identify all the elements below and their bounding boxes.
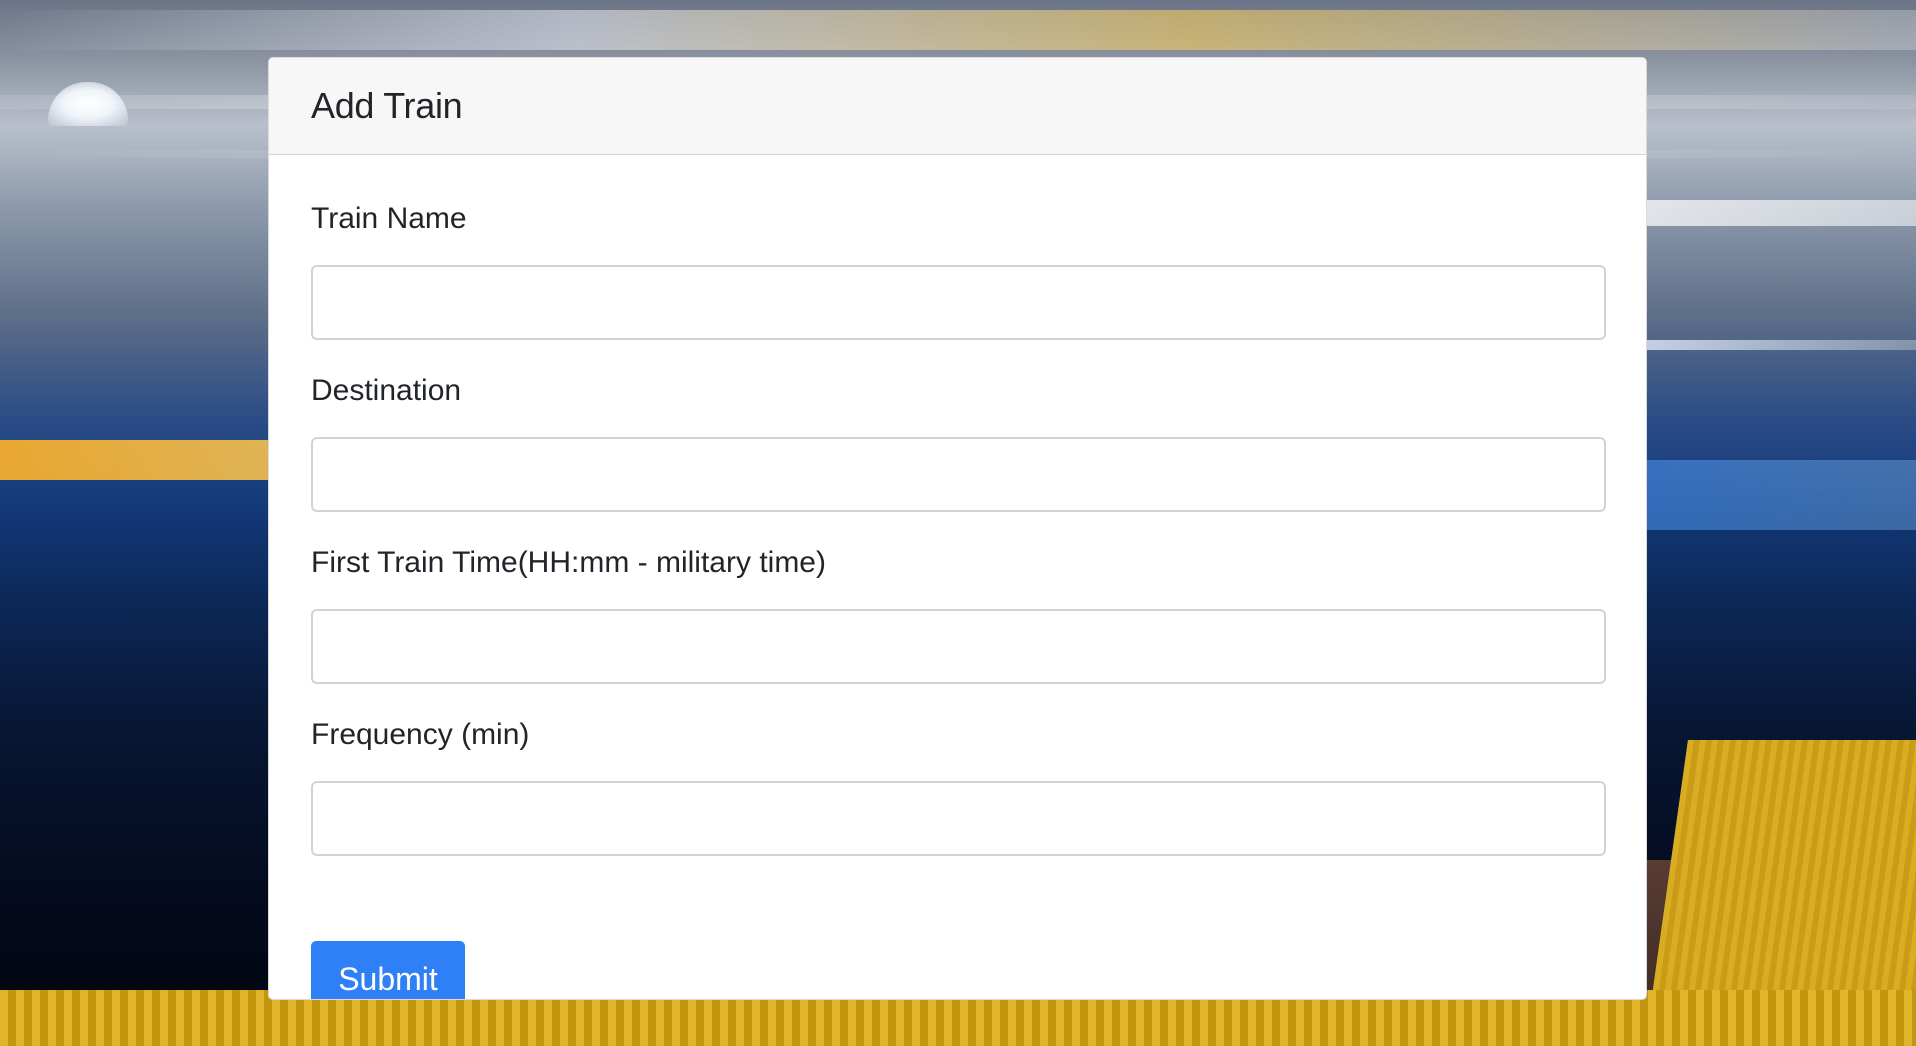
destination-group: Destination xyxy=(311,373,1606,512)
first-train-time-input[interactable] xyxy=(311,609,1606,684)
ceiling-light xyxy=(48,82,128,126)
frequency-input[interactable] xyxy=(311,781,1606,856)
card-header: Add Train xyxy=(269,58,1646,155)
submit-button[interactable]: Submit xyxy=(311,941,465,999)
frequency-group: Frequency (min) xyxy=(311,717,1606,856)
frequency-label: Frequency (min) xyxy=(311,718,530,751)
destination-label: Destination xyxy=(311,374,462,407)
card-title: Add Train xyxy=(311,85,463,126)
train-name-input[interactable] xyxy=(311,265,1606,340)
motion-streak xyxy=(0,10,1916,50)
destination-input[interactable] xyxy=(311,437,1606,512)
first-train-time-group: First Train Time(HH:mm - military time) xyxy=(311,545,1606,684)
train-name-label: Train Name xyxy=(311,202,467,235)
add-train-card: Add Train Train Name Destination First T… xyxy=(268,57,1647,1000)
first-train-time-label: First Train Time(HH:mm - military time) xyxy=(311,546,826,579)
train-name-group: Train Name xyxy=(311,201,1606,340)
